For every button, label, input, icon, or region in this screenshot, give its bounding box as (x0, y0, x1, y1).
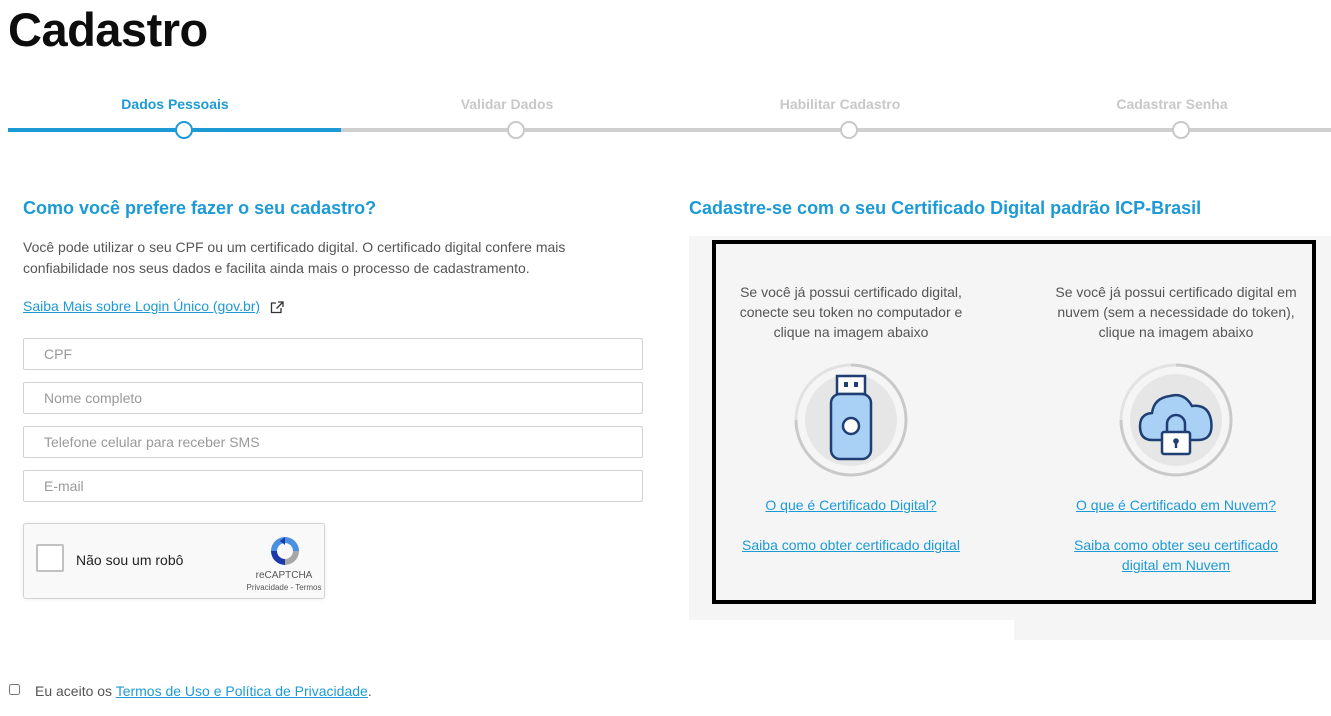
step-dot-habilitar-cadastro (840, 121, 858, 139)
email-input[interactable] (23, 470, 643, 502)
terms-prefix: Eu aceito os (35, 683, 116, 699)
link-how-to-get-digital-certificate[interactable]: Saiba como obter certificado digital (721, 535, 981, 555)
step-label-habilitar-cadastro: Habilitar Cadastro (779, 96, 901, 112)
phone-input[interactable] (23, 426, 643, 458)
usb-token-icon[interactable] (793, 362, 909, 478)
recaptcha-brand: reCAPTCHA (255, 570, 313, 581)
right-heading: Cadastre-se com o seu Certificado Digita… (689, 198, 1202, 218)
step-dot-cadastrar-senha (1172, 121, 1190, 139)
page-title: Cadastro (8, 3, 208, 56)
link-what-is-digital-certificate[interactable]: O que é Certificado Digital? (731, 495, 971, 515)
recaptcha-privacy-terms[interactable]: Privacidade - Termos (228, 583, 340, 592)
token-instructions: Se você já possui certificado digital, c… (739, 284, 963, 340)
recaptcha-label: Não sou um robô (76, 552, 184, 568)
step-dot-dados-pessoais (175, 121, 193, 139)
step-label-validar-dados: Validar Dados (460, 96, 554, 112)
left-description: Você pode utilizar o seu CPF ou um certi… (23, 239, 566, 276)
step-label-dados-pessoais: Dados Pessoais (121, 96, 229, 112)
cloud-lock-icon[interactable] (1118, 362, 1234, 478)
link-what-is-cloud-certificate[interactable]: O que é Certificado em Nuvem? (1056, 495, 1296, 515)
step-label-cadastrar-senha: Cadastrar Senha (1116, 96, 1228, 112)
cpf-input[interactable] (23, 338, 643, 370)
link-how-to-get-cloud-certificate[interactable]: Saiba como obter seu certificado digital… (1066, 535, 1286, 575)
cloud-instructions: Se você já possui certificado digital em… (1055, 284, 1297, 340)
terms-checkbox[interactable] (9, 684, 20, 695)
recaptcha-widget: Não sou um robô reCAPTCHA Privacidade - … (23, 523, 325, 599)
full-name-input[interactable] (23, 382, 643, 414)
step-dot-validar-dados (507, 121, 525, 139)
left-heading: Como você prefere fazer o seu cadastro? (23, 198, 377, 218)
terms-label: Eu aceito os Termos de Uso e Política de… (35, 683, 372, 699)
terms-suffix: . (367, 683, 372, 699)
terms-link[interactable]: Termos de Uso e Política de Privacidade (116, 683, 368, 699)
certificate-panel-extension (1014, 620, 1331, 640)
external-link-icon (270, 301, 284, 314)
recaptcha-logo-icon (271, 537, 299, 565)
learn-more-link[interactable]: Saiba Mais sobre Login Único (gov.br) (23, 298, 260, 314)
recaptcha-checkbox[interactable] (36, 544, 64, 572)
